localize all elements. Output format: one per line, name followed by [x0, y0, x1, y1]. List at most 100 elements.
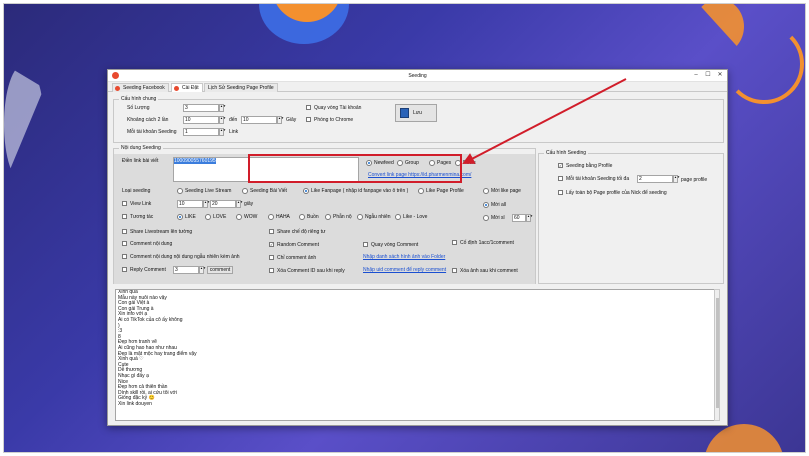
reaction-haha-radio[interactable] [268, 214, 274, 220]
view-to-input[interactable]: 20 [210, 200, 236, 208]
comment-list-textarea[interactable]: Xinh quá Mẫu này nuôi nào vậy Con gái Việt… [115, 289, 716, 421]
reaction-haha-label: HAHA [276, 214, 290, 220]
reaction-angry-label: Phẫn nộ [333, 214, 352, 220]
share-private-checkbox[interactable] [269, 229, 274, 234]
per-account-input[interactable]: 1 [183, 128, 219, 136]
tab-cai-dat[interactable]: Cài Đặt [171, 83, 203, 92]
comment-button[interactable]: comment [207, 266, 233, 274]
quantity-input[interactable]: 3 [183, 104, 219, 112]
reaction-love-radio[interactable] [205, 214, 211, 220]
random-comment-checkbox[interactable]: ✓ [269, 242, 274, 247]
image-folder-link[interactable]: Nhập danh sách hình ảnh vào Folder [363, 254, 445, 260]
max-page-stepper[interactable]: ▲▼ [673, 175, 680, 183]
post-link-label: Điền link bài viết [122, 158, 159, 164]
reaction-sad-radio[interactable] [299, 214, 305, 220]
like-page-profile-label: Like Page Profile [426, 188, 464, 194]
scrollbar-thumb[interactable] [716, 298, 719, 408]
general-config-group: Cấu hình chung Số Lượng 3 ▲▼ Khoảng cách… [113, 96, 724, 143]
reply-count-input[interactable]: 3 [173, 266, 199, 274]
page-profile-label: page profile [681, 177, 708, 183]
save-label: Lưu [413, 110, 422, 116]
rotate-account-checkbox[interactable] [306, 105, 311, 110]
reaction-like-radio[interactable] [177, 214, 183, 220]
reels-label: Reels [463, 160, 476, 166]
close-button[interactable]: ✕ [714, 71, 726, 80]
random-image-comment-checkbox[interactable] [122, 254, 127, 259]
invite-all-label: Mời all [491, 202, 506, 208]
interval-to-input[interactable]: 10 [241, 116, 277, 124]
view-link-label: View Link [130, 201, 152, 207]
invite-count-label: Mời sl [491, 215, 505, 221]
fixed-comment-label: Cố định 1acc/1comment [460, 240, 514, 246]
per-account-stepper[interactable]: ▲▼ [219, 128, 226, 136]
max-page-label: Mỗi tài khoản Seeding tối đa [566, 176, 630, 182]
max-page-input[interactable]: 2 [637, 175, 673, 183]
like-fanpage-radio[interactable] [303, 188, 309, 194]
take-all-pages-label: Lấy toàn bộ Page profile của Nick để see… [566, 190, 667, 196]
view-to-stepper[interactable]: ▲▼ [236, 200, 243, 208]
share-livestream-checkbox[interactable] [122, 229, 127, 234]
rotate-comment-label: Quay vòng Comment [371, 242, 419, 248]
random-image-comment-label: Comment nội dung nội dung ngẫu nhiên kèm… [130, 254, 240, 260]
annotation-highlight-box [248, 154, 462, 183]
to-label: đến [229, 117, 238, 123]
delete-comment-id-checkbox[interactable] [269, 268, 274, 273]
interval-from-stepper[interactable]: ▲▼ [219, 116, 226, 124]
post-link-value: 100090055760195 [174, 158, 216, 164]
reply-uid-link[interactable]: Nhập uid comment để reply comment [363, 267, 446, 273]
comment-content-checkbox[interactable] [122, 241, 127, 246]
take-all-pages-checkbox[interactable] [558, 190, 563, 195]
invite-count-stepper[interactable]: ▲▼ [526, 214, 533, 222]
reply-count-stepper[interactable]: ▲▼ [199, 266, 206, 274]
minimize-button[interactable]: – [690, 71, 702, 80]
reply-comment-label: Reply Comment [130, 267, 166, 273]
tab-label: Lịch Sử Seeding Page Profile [208, 85, 274, 91]
invite-count-radio[interactable] [483, 215, 489, 221]
reaction-wow-radio[interactable] [236, 214, 242, 220]
comment-list-scrollbar[interactable] [714, 289, 720, 421]
reaction-like-label: LIKE [185, 214, 196, 220]
image-only-checkbox[interactable] [269, 255, 274, 260]
interval-to-stepper[interactable]: ▲▼ [277, 116, 284, 124]
live-stream-radio[interactable] [177, 188, 183, 194]
rotate-comment-checkbox[interactable] [363, 242, 368, 247]
reaction-random-radio[interactable] [357, 214, 363, 220]
delete-image-label: Xóa ảnh sau khi comment [460, 268, 518, 274]
interact-checkbox[interactable] [122, 214, 127, 219]
tab-seeding-facebook[interactable]: Seeding Facebook [112, 83, 169, 92]
share-private-label: Share chế độ riêng tư [277, 229, 326, 235]
seeding-config-group: Cấu hình Seeding ✓ Seeding bằng Profile … [538, 150, 724, 284]
comment-content-label: Comment nội dung [130, 241, 173, 247]
invite-like-page-radio[interactable] [483, 188, 489, 194]
save-button[interactable]: Lưu [395, 104, 437, 122]
reaction-like-love-label: Like - Love [403, 214, 428, 220]
reaction-like-love-radio[interactable] [395, 214, 401, 220]
per-account-label: Mỗi tài khoản Seeding [127, 129, 177, 135]
reaction-angry-radio[interactable] [325, 214, 331, 220]
tab-bar: Seeding Facebook Cài Đặt Lịch Sử Seeding… [108, 82, 727, 92]
seeding-window: Seeding – ☐ ✕ Seeding Facebook Cài Đặt L… [107, 69, 728, 426]
reply-comment-checkbox[interactable] [122, 267, 127, 272]
seeding-profile-checkbox[interactable]: ✓ [558, 163, 563, 168]
quantity-stepper[interactable]: ▲▼ [219, 104, 226, 112]
fixed-comment-checkbox[interactable] [452, 240, 457, 245]
zoom-chrome-checkbox[interactable] [306, 117, 311, 122]
image-only-label: Chỉ comment ảnh [277, 255, 317, 261]
view-from-input[interactable]: 10 [177, 200, 203, 208]
view-link-checkbox[interactable] [122, 201, 127, 206]
like-fanpage-label: Like Fanpage ( nhập id fanpage vào ô trê… [311, 188, 409, 194]
facebook-icon [115, 86, 120, 91]
tab-lich-su[interactable]: Lịch Sử Seeding Page Profile [204, 83, 278, 92]
post-radio[interactable] [242, 188, 248, 194]
max-page-checkbox[interactable] [558, 176, 563, 181]
group-label: Cấu hình Seeding [544, 150, 589, 156]
like-page-profile-radio[interactable] [418, 188, 424, 194]
window-title: Seeding [408, 73, 427, 79]
invite-all-radio[interactable] [483, 202, 489, 208]
delete-image-checkbox[interactable] [452, 268, 457, 273]
interval-from-input[interactable]: 10 [183, 116, 219, 124]
maximize-button[interactable]: ☐ [702, 71, 714, 80]
delete-comment-id-label: Xóa Comment ID sau khi reply [277, 268, 345, 274]
view-from-stepper[interactable]: ▲▼ [203, 200, 210, 208]
invite-count-input[interactable]: 60 [512, 214, 526, 222]
